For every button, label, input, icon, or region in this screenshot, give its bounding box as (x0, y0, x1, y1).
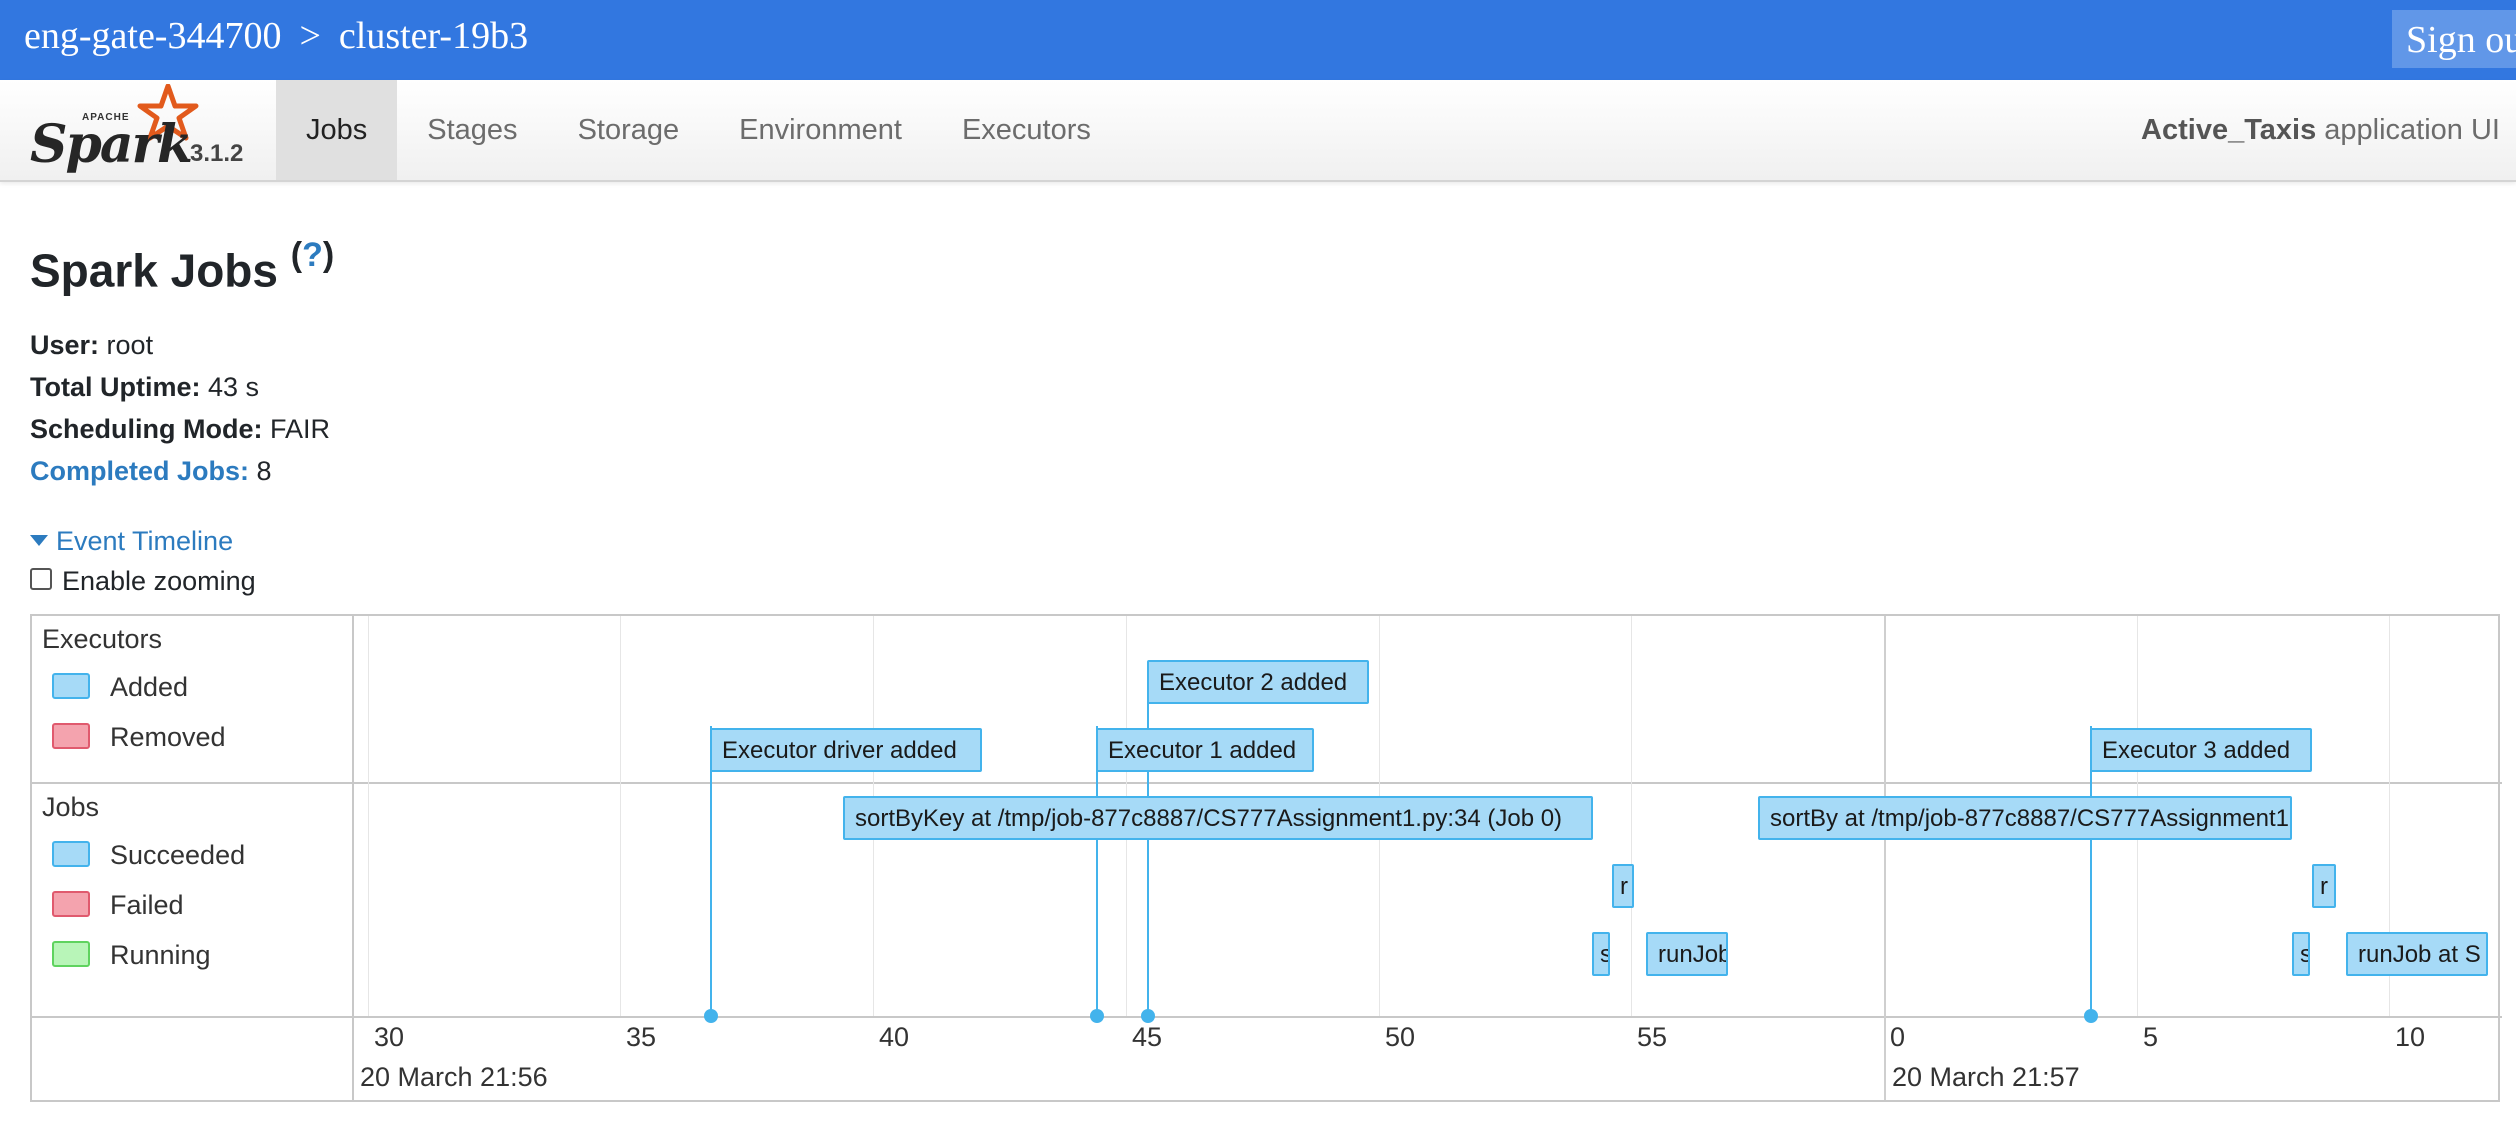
uptime-info: Total Uptime: 43 s (30, 372, 259, 403)
legend-succeeded-label: Succeeded (110, 840, 246, 870)
tab-stages[interactable]: Stages (397, 80, 547, 180)
legend-running-label: Running (110, 940, 211, 970)
jobs-group-title: Jobs (42, 792, 100, 822)
failed-swatch (52, 890, 90, 917)
job-box-runjob1[interactable]: runJob (1646, 932, 1728, 976)
tab-storage[interactable]: Storage (548, 80, 710, 180)
completed-jobs-link[interactable]: Completed Jobs: (30, 456, 249, 486)
succeeded-swatch (52, 840, 90, 867)
breadcrumb-project[interactable]: eng-gate-344700 (24, 15, 281, 57)
legend-succeeded: Succeeded (52, 840, 245, 871)
tab-executors[interactable]: Executors (932, 80, 1121, 180)
page-title-text: Spark Jobs (30, 244, 278, 297)
grid-line (368, 616, 369, 1016)
tick-label: 45 (1132, 1022, 1163, 1052)
job-box-r1[interactable]: r (1612, 864, 1634, 908)
breadcrumb-separator: > (299, 15, 321, 57)
executor-driver-added-box[interactable]: Executor driver added (710, 728, 982, 772)
executor-3-added-box[interactable]: Executor 3 added (2090, 728, 2312, 772)
removed-swatch (52, 722, 90, 749)
tick-label: 5 (2143, 1022, 2159, 1052)
executor-2-added-box[interactable]: Executor 2 added (1147, 660, 1369, 704)
help-close: ) (322, 236, 335, 274)
legend-removed: Removed (52, 722, 226, 753)
executor-1-added-box[interactable]: Executor 1 added (1096, 728, 1314, 772)
completed-jobs-info: Completed Jobs: 8 (30, 456, 272, 487)
enable-zooming-control[interactable]: Enable zooming (30, 566, 256, 597)
tick-label: 50 (1385, 1022, 1416, 1052)
grid-line (620, 616, 621, 1016)
tick-label: 35 (626, 1022, 657, 1052)
tick-label: 10 (2395, 1022, 2426, 1052)
executor-3-dot[interactable] (2084, 1009, 2098, 1023)
event-timeline: Executors Added Removed Jobs Succeeded F… (30, 614, 2502, 1102)
legend-removed-label: Removed (110, 722, 226, 752)
legend-added: Added (52, 672, 188, 703)
scheduling-mode-value: FAIR (270, 414, 331, 444)
page-title: Spark Jobs (?) (30, 236, 334, 297)
uptime-label: Total Uptime: (30, 372, 201, 402)
tab-environment[interactable]: Environment (709, 80, 932, 180)
event-timeline-label: Event Timeline (56, 526, 234, 556)
legend-added-label: Added (110, 672, 189, 702)
scheduling-mode-label: Scheduling Mode: (30, 414, 263, 444)
executor-driver-dot[interactable] (704, 1009, 718, 1023)
legend-running: Running (52, 940, 211, 971)
grid-line (1631, 616, 1632, 1016)
help-question-icon[interactable]: ? (302, 236, 323, 274)
spark-version: 3.1.2 (190, 140, 244, 167)
enable-zooming-label: Enable zooming (62, 566, 256, 596)
tick-label: 30 (374, 1022, 405, 1052)
top-header-bar: eng-gate-344700 > cluster-19b3 Sign ou (0, 0, 2516, 80)
executors-group-title: Executors (42, 624, 163, 654)
event-timeline-toggle[interactable]: Event Timeline (30, 526, 233, 557)
executor-2-dot[interactable] (1141, 1009, 1155, 1023)
brand-spark: Spark (30, 114, 193, 175)
job-box-r2[interactable]: r (2312, 864, 2336, 908)
job-box-sortbykey[interactable]: sortByKey at /tmp/job-877c8887/CS777Assi… (843, 796, 1593, 840)
app-suffix: application UI (2316, 114, 2500, 146)
minute-grid-line (1884, 616, 1886, 1100)
legend-failed-label: Failed (110, 890, 184, 920)
user-value: root (106, 330, 154, 360)
timeline-plot-area: Executor driver added Executor 1 added E… (354, 616, 2498, 1100)
running-swatch (52, 940, 90, 967)
user-info: User: root (30, 330, 153, 361)
collapse-arrow-icon (30, 535, 48, 547)
tab-jobs[interactable]: Jobs (276, 80, 398, 180)
help-tooltip[interactable]: (?) (291, 236, 334, 274)
breadcrumb: eng-gate-344700 > cluster-19b3 (24, 14, 528, 58)
user-label: User: (30, 330, 100, 360)
tick-label: 0 (1890, 1022, 1906, 1052)
job-box-runjob2[interactable]: runJob at S (2346, 932, 2488, 976)
added-swatch (52, 672, 90, 699)
help-open: ( (290, 236, 303, 274)
spark-logo[interactable]: APACHE Spark 3.1.2 (26, 84, 266, 176)
nav-tabs: Jobs Stages Storage Environment Executor… (276, 80, 1121, 180)
breadcrumb-cluster[interactable]: cluster-19b3 (339, 15, 528, 57)
uptime-value: 43 s (208, 372, 260, 402)
legend-failed: Failed (52, 890, 184, 921)
spark-navbar: APACHE Spark 3.1.2 Jobs Stages Storage E… (0, 80, 2516, 182)
date-label: 20 March 21:56 (360, 1062, 548, 1092)
application-ui-label: Active_Taxis application UI (2141, 80, 2500, 180)
executor-1-dot[interactable] (1090, 1009, 1104, 1023)
completed-jobs-count: 8 (256, 456, 272, 486)
date-label: 20 March 21:57 (1892, 1062, 2080, 1092)
app-name: Active_Taxis (2141, 114, 2317, 146)
scheduling-mode-info: Scheduling Mode: FAIR (30, 414, 330, 445)
tick-label: 55 (1637, 1022, 1668, 1052)
tick-label: 40 (879, 1022, 910, 1052)
job-box-s1[interactable]: s (1592, 932, 1610, 976)
timeline-legend-column: Executors Added Removed Jobs Succeeded F… (32, 616, 354, 1100)
sign-out-button[interactable]: Sign ou (2392, 10, 2516, 68)
job-box-s2[interactable]: s (2292, 932, 2310, 976)
enable-zooming-checkbox[interactable] (30, 567, 52, 590)
job-box-sortby[interactable]: sortBy at /tmp/job-877c8887/CS777Assignm… (1758, 796, 2292, 840)
